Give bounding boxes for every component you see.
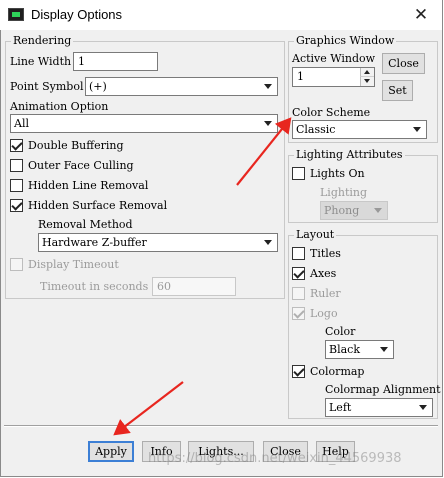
annotation-arrows — [113, 117, 292, 436]
arrow-to-color-scheme — [236, 117, 292, 186]
arrow-to-apply — [113, 381, 184, 436]
